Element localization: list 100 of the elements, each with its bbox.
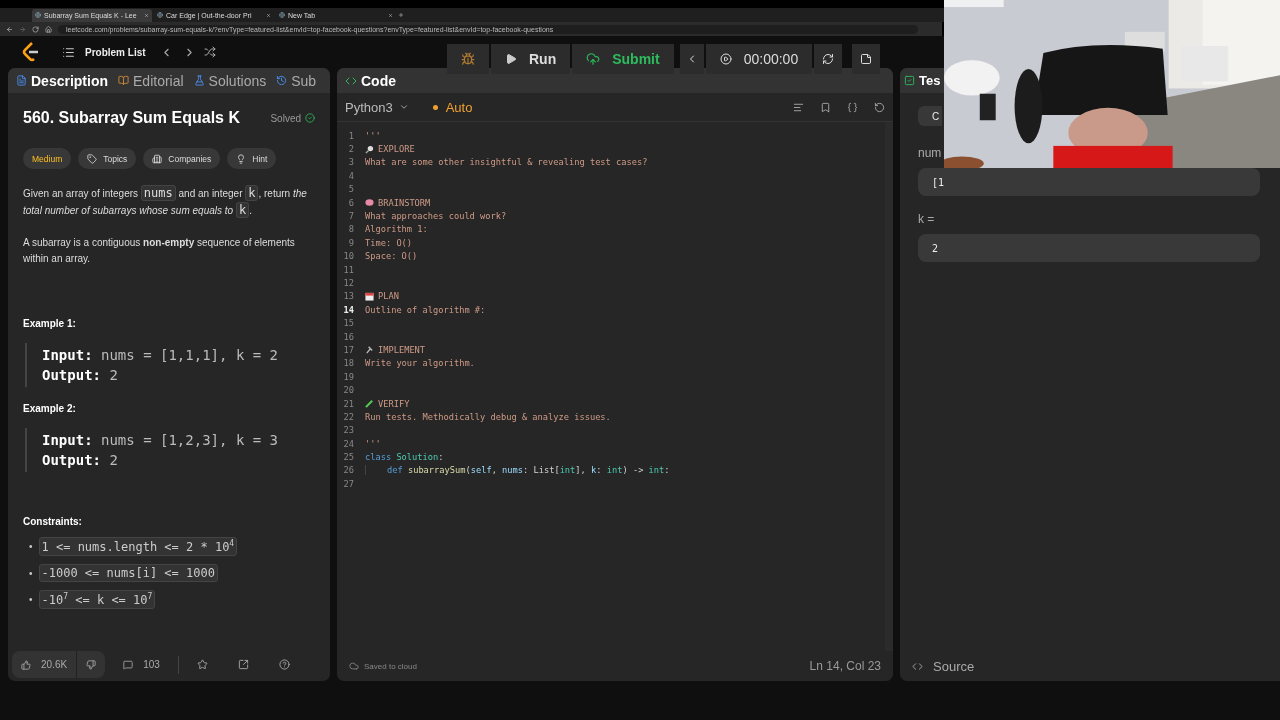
close-icon[interactable] [144,12,149,18]
code-line: def subarraySum(self, nums: List[int], k: int) -> int: [387,465,670,476]
code-line: ''' [365,438,381,449]
panel-tab[interactable]: Sub [276,72,317,89]
panel-tab[interactable]: Code [345,72,396,89]
solved-status: Solved [270,112,315,124]
line-number: 24 [342,438,355,449]
panel-tab[interactable]: Tes [904,73,941,88]
tag-button[interactable]: Companies [143,148,221,169]
check-icon [305,113,315,123]
reset-icon[interactable] [874,101,885,113]
line-number: 4 [347,170,355,181]
menu-icon[interactable] [62,45,75,59]
problem-title: 560. Subarray Sum Equals K [23,109,240,127]
constraints-heading: Constraints: [23,516,83,527]
help-icon[interactable] [278,659,290,670]
description-paragraph: A subarray is a contiguous non-empty sequence of elements within an array. [23,236,296,266]
code-line: Outline of algorithm #: [365,304,486,315]
thumbs-up-icon [21,659,31,670]
hammer-icon [365,345,374,355]
line-number: 14 [342,304,355,315]
line-number: 17 [342,344,355,355]
format-icon[interactable] [793,101,804,113]
lightbulb-icon [236,153,247,164]
star-icon[interactable] [196,659,208,670]
run-button[interactable]: Run [491,44,571,74]
timer-button[interactable]: 00:00:00 [705,44,813,74]
home-icon[interactable] [45,25,52,33]
code-line: Space: O() [365,251,418,262]
line-number: 6 [347,197,355,208]
constraint-text: -10$^{7}$ <= k <= 10$^{7}$ [38,590,156,609]
line-number: 15 [342,318,355,329]
example-heading: Example 1: [23,318,77,329]
line-number: 13 [342,291,355,302]
input-field[interactable]: [1 [918,168,1260,196]
new-tab-icon[interactable] [398,12,404,18]
description-paragraph: Given an array of integers nums and an integer k , return the total number of subarrays whose sum equals to k . [23,185,308,219]
line-number: 7 [347,211,355,222]
close-icon[interactable] [388,12,393,18]
history-icon [276,75,288,86]
code-line: VERIFY [378,398,410,409]
reset-timer-button[interactable] [814,44,843,74]
auto-mode[interactable]: Auto [432,99,473,115]
bullet: • [29,594,33,605]
line-number: 10 [342,251,355,262]
globe-icon [35,12,41,18]
close-icon[interactable] [266,12,271,18]
line-number: 18 [342,358,355,369]
play-icon [505,53,517,65]
share-icon[interactable] [237,659,249,670]
line-number: 16 [342,331,355,342]
language-select[interactable]: Python3 [345,99,409,115]
line-number: 9 [347,237,355,248]
comment-icon [123,659,134,670]
globe-icon [279,12,285,18]
debug-button[interactable] [447,44,489,74]
braces-icon[interactable] [847,101,858,113]
cloud-icon [349,661,359,671]
notes-button[interactable] [852,44,881,74]
line-number: 22 [342,411,355,422]
line-number: 11 [342,264,355,275]
logo-icon[interactable] [22,42,40,62]
line-number: 3 [347,157,355,168]
code-line: class Solution: [365,452,444,463]
line-number: 25 [342,452,355,463]
difficulty-badge: Medium [23,148,72,169]
building-icon [152,153,163,164]
bullet: • [29,567,33,579]
code-line: PLAN [378,291,399,302]
case-tab[interactable]: C [918,106,942,126]
bullet: • [29,541,33,552]
example-input-line: Input: nums = [1,1,1], k = 2 [42,346,280,365]
panel-tab[interactable]: Solutions [193,72,267,89]
line-number: 21 [342,398,355,409]
save-status: Saved to cloud [364,661,417,671]
line-number: 26 [342,465,355,476]
flask-icon [193,75,205,86]
input-field[interactable]: 2 [918,234,1260,262]
constraint-text: 1 <= nums.length <= 2 * 10$^{4}$ [38,537,238,556]
panel-tab[interactable]: Editorial [118,72,184,89]
submit-button[interactable]: Submit [572,44,674,74]
comments-button[interactable]: 103 [123,659,160,670]
code-line: Run tests. Methodically debug & analyze issues. [365,411,611,422]
source-link[interactable]: Source [933,658,975,674]
code-line: IMPLEMENT [378,344,426,355]
reload-icon[interactable] [32,25,39,33]
back-icon[interactable] [6,25,13,33]
bookmark-icon[interactable] [820,101,831,113]
calendar-icon [365,291,374,301]
checkbox-icon [904,75,915,86]
panel-tab[interactable]: Description [16,72,108,89]
book-icon [118,75,129,86]
tag-button[interactable]: Hint [227,148,277,169]
shuffle-icon[interactable] [203,46,216,58]
field-label: num [918,146,943,160]
code-line: ''' [365,130,381,141]
example-output-line: Output: 2 [42,366,119,385]
tag-button[interactable]: Topics [78,148,137,169]
problem-list-link[interactable]: Problem List [85,46,146,58]
code-line: BRAINSTORM [378,197,431,208]
